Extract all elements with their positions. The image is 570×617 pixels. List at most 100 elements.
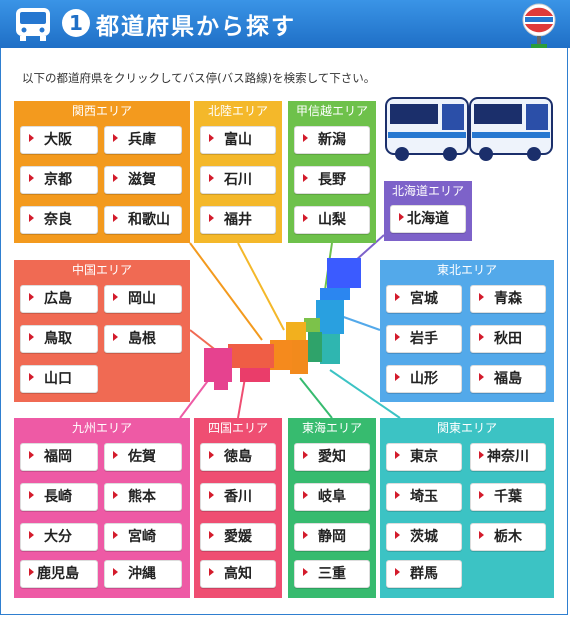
arrow-right-icon	[113, 333, 118, 341]
pref-button-wakayama[interactable]: 和歌山	[104, 206, 182, 234]
pref-button-oita[interactable]: 大分	[20, 523, 98, 551]
arrow-right-icon	[303, 451, 308, 459]
pref-button-kyoto[interactable]: 京都	[20, 166, 98, 194]
pref-button-tokyo[interactable]: 東京	[386, 443, 462, 471]
arrow-right-icon	[29, 531, 34, 539]
pref-button-akita[interactable]: 秋田	[470, 325, 546, 353]
arrow-right-icon	[395, 568, 400, 576]
pref-button-saitama[interactable]: 埼玉	[386, 483, 462, 511]
arrow-right-icon	[113, 531, 118, 539]
bus-icon	[16, 8, 50, 41]
arrow-right-icon	[303, 134, 308, 142]
pref-button-shizuoka[interactable]: 静岡	[294, 523, 370, 551]
arrow-right-icon	[113, 293, 118, 301]
arrow-right-icon	[303, 531, 308, 539]
arrow-right-icon	[29, 214, 34, 222]
arrow-right-icon	[395, 531, 400, 539]
region-title: 北海道エリア	[391, 184, 464, 198]
pref-button-kumamoto[interactable]: 熊本	[104, 483, 182, 511]
arrow-right-icon	[29, 451, 34, 459]
region-shikoku: 四国エリア 徳島 香川 愛媛 高知	[194, 418, 282, 598]
pref-button-nagasaki[interactable]: 長崎	[20, 483, 98, 511]
arrow-right-icon	[479, 373, 484, 381]
step-number: 1	[62, 9, 90, 37]
pref-button-tokushima[interactable]: 徳島	[200, 443, 276, 471]
arrow-right-icon	[113, 174, 118, 182]
pref-button-ishikawa[interactable]: 石川	[200, 166, 276, 194]
region-title: 関西エリア	[71, 104, 132, 118]
pref-button-toyama[interactable]: 富山	[200, 126, 276, 154]
region-hokuriku: 北陸エリア 富山 石川 福井	[194, 101, 282, 243]
pref-button-ehime[interactable]: 愛媛	[200, 523, 276, 551]
pref-button-nara[interactable]: 奈良	[20, 206, 98, 234]
pref-button-okinawa[interactable]: 沖縄	[104, 560, 182, 588]
pref-button-nagano[interactable]: 長野	[294, 166, 370, 194]
arrow-right-icon	[29, 293, 34, 301]
pref-button-ibaraki[interactable]: 茨城	[386, 523, 462, 551]
pref-button-miyagi[interactable]: 宮城	[386, 285, 462, 313]
region-title: 中国エリア	[71, 263, 132, 277]
arrow-right-icon	[395, 491, 400, 499]
pref-button-niigata[interactable]: 新潟	[294, 126, 370, 154]
arrow-right-icon	[479, 333, 484, 341]
pref-button-yamaguchi[interactable]: 山口	[20, 365, 98, 393]
pref-button-iwate[interactable]: 岩手	[386, 325, 462, 353]
pref-button-kanagawa[interactable]: 神奈川	[470, 443, 546, 471]
pref-button-kagoshima[interactable]: 鹿児島	[20, 560, 98, 588]
region-title: 東海エリア	[301, 421, 362, 435]
pref-button-chiba[interactable]: 千葉	[470, 483, 546, 511]
arrow-right-icon	[113, 214, 118, 222]
region-chugoku: 中国エリア 広島 岡山 鳥取 島根 山口	[14, 260, 190, 402]
pref-button-shiga[interactable]: 滋賀	[104, 166, 182, 194]
pref-button-fukuoka[interactable]: 福岡	[20, 443, 98, 471]
arrow-right-icon	[29, 491, 34, 499]
arrow-right-icon	[209, 214, 214, 222]
pref-button-hyogo[interactable]: 兵庫	[104, 126, 182, 154]
arrow-right-icon	[399, 213, 404, 221]
region-kyushu: 九州エリア 福岡 佐賀 長崎 熊本 大分 宮崎 鹿児島 沖縄	[14, 418, 190, 598]
pref-button-fukushima[interactable]: 福島	[470, 365, 546, 393]
arrow-right-icon	[209, 174, 214, 182]
pref-button-kagawa[interactable]: 香川	[200, 483, 276, 511]
arrow-right-icon	[29, 134, 34, 142]
arrow-right-icon	[113, 568, 118, 576]
region-title: 九州エリア	[71, 421, 132, 435]
pref-button-aichi[interactable]: 愛知	[294, 443, 370, 471]
pref-button-osaka[interactable]: 大阪	[20, 126, 98, 154]
pref-button-gifu[interactable]: 岐阜	[294, 483, 370, 511]
region-kanto: 関東エリア 東京 神奈川 埼玉 千葉 茨城 栃木 群馬	[380, 418, 554, 598]
arrow-right-icon	[479, 451, 484, 459]
pref-button-hiroshima[interactable]: 広島	[20, 285, 98, 313]
region-koshinetsu: 甲信越エリア 新潟 長野 山梨	[288, 101, 376, 243]
arrow-right-icon	[303, 174, 308, 182]
arrow-right-icon	[209, 531, 214, 539]
pref-button-fukui[interactable]: 福井	[200, 206, 276, 234]
pref-button-kochi[interactable]: 高知	[200, 560, 276, 588]
pref-button-mie[interactable]: 三重	[294, 560, 370, 588]
pref-button-gunma[interactable]: 群馬	[386, 560, 462, 588]
arrow-right-icon	[395, 373, 400, 381]
arrow-right-icon	[209, 568, 214, 576]
region-kansai: 関西エリア 大阪 兵庫 京都 滋賀 奈良 和歌山	[14, 101, 190, 243]
region-title: 東北エリア	[436, 263, 497, 277]
page-title: 都道府県から探す	[96, 14, 296, 40]
arrow-right-icon	[479, 491, 484, 499]
pref-button-tottori[interactable]: 鳥取	[20, 325, 98, 353]
pref-button-saga[interactable]: 佐賀	[104, 443, 182, 471]
arrow-right-icon	[479, 293, 484, 301]
pref-button-tochigi[interactable]: 栃木	[470, 523, 546, 551]
arrow-right-icon	[209, 491, 214, 499]
region-title: 甲信越エリア	[295, 104, 368, 118]
region-tohoku: 東北エリア 宮城 青森 岩手 秋田 山形 福島	[380, 260, 554, 402]
region-hokkaido: 北海道エリア 北海道	[384, 181, 472, 241]
instruction-text: 以下の都道府県をクリックしてバス停(バス路線)を検索して下さい。	[22, 71, 376, 85]
pref-button-yamagata[interactable]: 山形	[386, 365, 462, 393]
arrow-right-icon	[29, 568, 34, 576]
pref-button-okayama[interactable]: 岡山	[104, 285, 182, 313]
bus-stop-sign-icon	[522, 3, 556, 48]
pref-button-shimane[interactable]: 島根	[104, 325, 182, 353]
pref-button-aomori[interactable]: 青森	[470, 285, 546, 313]
pref-button-hokkaido[interactable]: 北海道	[390, 205, 466, 233]
pref-button-miyazaki[interactable]: 宮崎	[104, 523, 182, 551]
pref-button-yamanashi[interactable]: 山梨	[294, 206, 370, 234]
